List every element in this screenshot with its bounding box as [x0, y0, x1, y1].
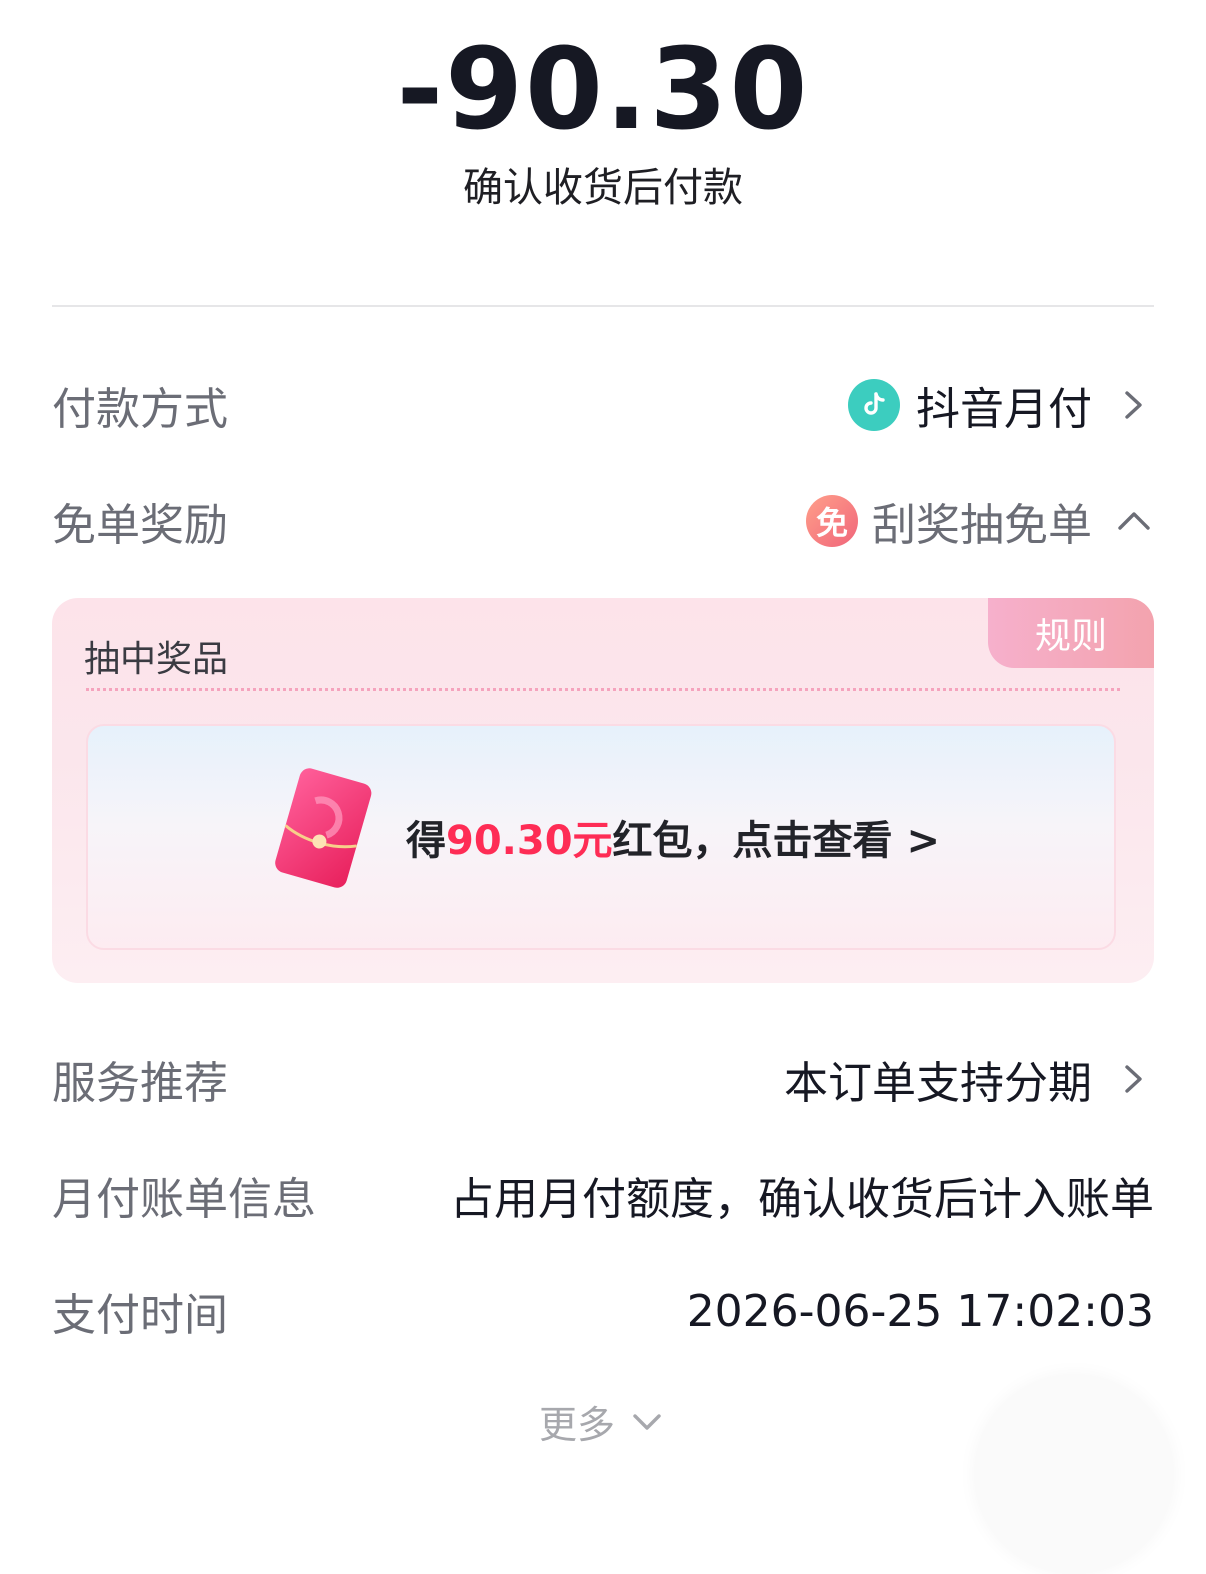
payment-amount: -90.30: [396, 25, 810, 155]
more-button[interactable]: 更多: [0, 1394, 1206, 1449]
chevron-right-icon: [1125, 391, 1142, 419]
bill-info-value: 占用月付额度，确认收货后计入账单: [450, 1174, 1154, 1225]
payment-status-subtitle: 确认收货后付款: [463, 165, 743, 211]
free-reward-label: 免单奖励: [52, 500, 228, 551]
red-envelope-icon: [275, 768, 372, 888]
dotted-divider: [86, 688, 1120, 691]
chevron-right-icon: [1125, 1065, 1142, 1093]
payment-method-value: 抖音月付: [916, 384, 1092, 435]
chevron-up-icon[interactable]: [1114, 501, 1154, 541]
service-value-group[interactable]: 本订单支持分期: [784, 1047, 1154, 1111]
chevron-down-icon: [633, 1413, 661, 1430]
bill-info-label: 月付账单信息: [52, 1174, 316, 1225]
prize-title: 抽中奖品: [84, 639, 229, 680]
service-label: 服务推荐: [52, 1058, 228, 1109]
free-reward-row[interactable]: 免单奖励 免 刮奖抽免单: [52, 486, 1154, 556]
free-order-icon: 免: [806, 495, 858, 547]
service-row[interactable]: 服务推荐 本订单支持分期: [52, 1044, 1154, 1114]
prize-red-packet-banner[interactable]: 得90.30元红包，点击查看 >: [86, 724, 1116, 950]
rules-button[interactable]: 规则: [988, 598, 1154, 668]
divider: [52, 305, 1154, 307]
payment-method-label: 付款方式: [52, 384, 228, 435]
prize-card: 抽中奖品 规则 得90.30元红包，点击查看 >: [52, 598, 1154, 983]
payment-method-value-group[interactable]: 抖音月付: [848, 373, 1154, 437]
free-reward-value-group[interactable]: 免 刮奖抽免单: [806, 489, 1154, 553]
prize-text-prefix: 得: [406, 818, 446, 864]
pay-time-value: 2026-06-25 17:02:03: [686, 1285, 1154, 1337]
pay-time-row: 支付时间 2026-06-25 17:02:03: [52, 1276, 1154, 1346]
douyin-pay-icon: [848, 379, 900, 431]
prize-amount: 90.30元: [446, 818, 613, 864]
more-label: 更多: [538, 1403, 615, 1447]
service-value: 本订单支持分期: [784, 1058, 1092, 1109]
prize-text[interactable]: 得90.30元红包，点击查看 >: [406, 808, 940, 866]
free-reward-value: 刮奖抽免单: [872, 500, 1092, 551]
payment-method-row[interactable]: 付款方式 抖音月付: [52, 370, 1154, 440]
bill-info-row: 月付账单信息 占用月付额度，确认收货后计入账单: [52, 1160, 1154, 1230]
prize-text-suffix: 红包，点击查看 >: [612, 818, 940, 864]
pay-time-label: 支付时间: [52, 1290, 228, 1341]
